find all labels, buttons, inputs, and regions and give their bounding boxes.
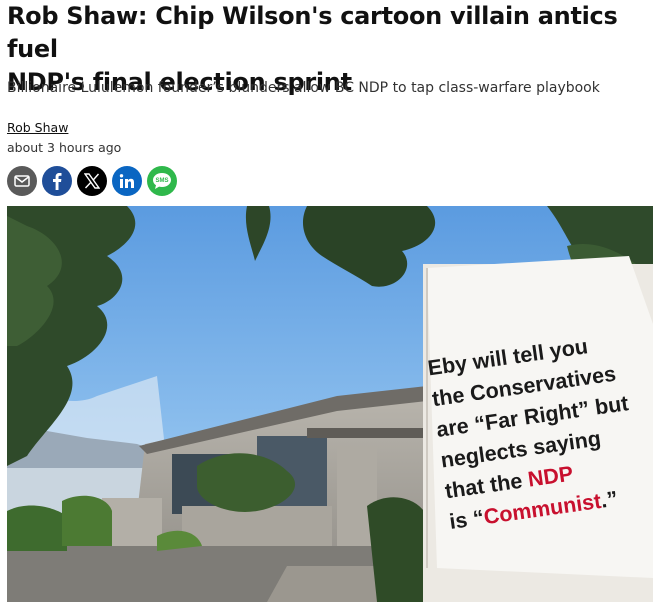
author-link[interactable]: Rob Shaw: [7, 120, 68, 135]
share-linkedin-button[interactable]: [112, 166, 142, 196]
sms-icon-label: SMS: [155, 178, 168, 184]
email-icon: [14, 175, 30, 187]
campaign-sign: Eby will tell you the Conservatives are …: [423, 256, 653, 602]
photo-illustration: Eby will tell you the Conservatives are …: [7, 206, 653, 602]
headline-line-1: Rob Shaw: Chip Wilson's cartoon villain …: [7, 2, 618, 63]
article-photo: Eby will tell you the Conservatives are …: [7, 206, 653, 602]
share-sms-button[interactable]: SMS: [147, 166, 177, 196]
share-bar: SMS: [7, 166, 177, 196]
sms-icon: SMS: [153, 173, 171, 189]
sign-line-6a: is “: [448, 505, 486, 534]
share-email-button[interactable]: [7, 166, 37, 196]
x-icon: [84, 173, 100, 189]
publish-timestamp: about 3 hours ago: [7, 140, 122, 155]
article-subhead: Billionaire Lululemon founder’s blunders…: [7, 80, 600, 96]
share-x-button[interactable]: [77, 166, 107, 196]
facebook-icon: [53, 173, 62, 190]
linkedin-icon: [119, 174, 134, 188]
sign-line-6c: .”: [599, 487, 619, 513]
share-facebook-button[interactable]: [42, 166, 72, 196]
